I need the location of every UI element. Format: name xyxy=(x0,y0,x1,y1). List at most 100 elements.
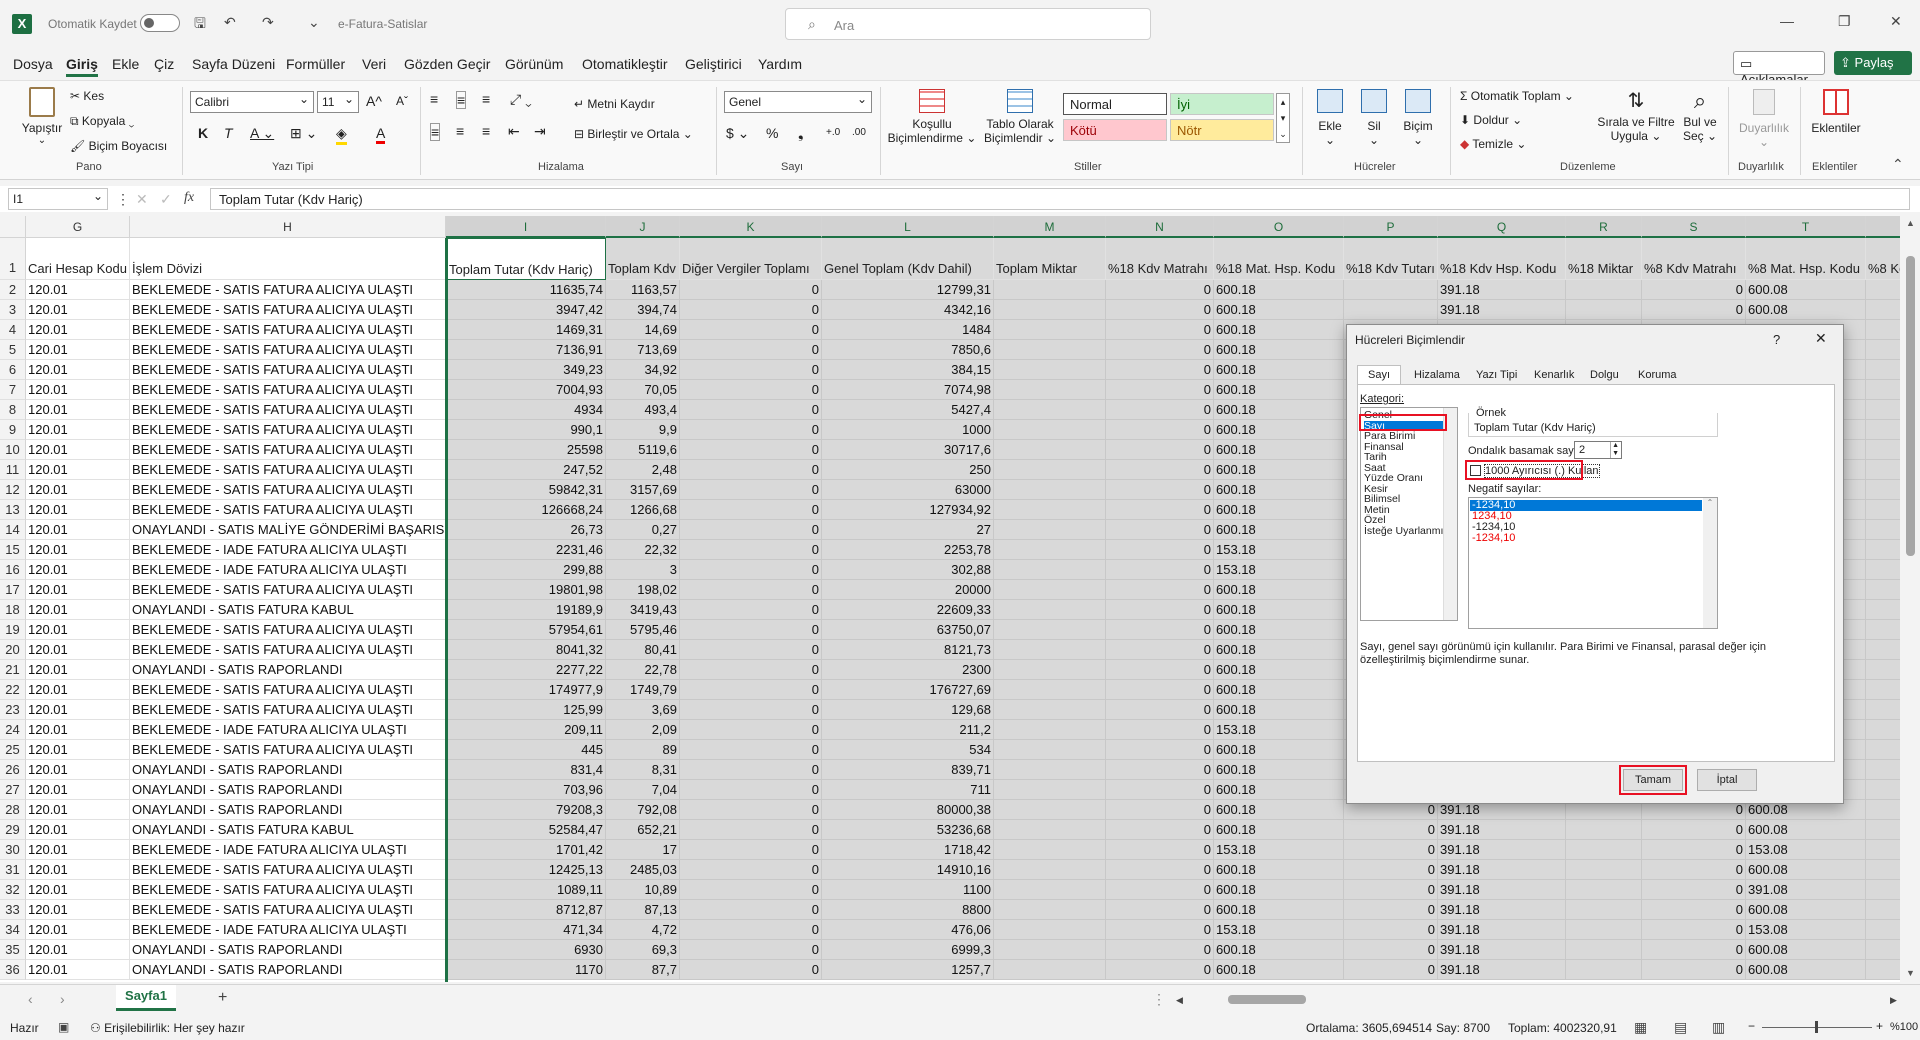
cell-j[interactable]: 10,89 xyxy=(606,880,680,900)
help-icon[interactable]: ? xyxy=(1773,332,1780,347)
cell-o[interactable]: 600.18 xyxy=(1214,640,1344,660)
styles-scroll[interactable]: ▴ ▾ ⌄ xyxy=(1276,93,1290,143)
cell-l[interactable]: 6999,3 xyxy=(822,940,994,960)
cell-m[interactable] xyxy=(994,820,1106,840)
cell-u[interactable] xyxy=(1866,300,1900,320)
cell-k[interactable]: 0 xyxy=(680,700,822,720)
cell-t[interactable]: 600.08 xyxy=(1746,860,1866,880)
tab-formuller[interactable]: Formüller xyxy=(286,56,345,72)
cell-u[interactable] xyxy=(1866,460,1900,480)
cell-g[interactable]: 120.01 xyxy=(26,300,130,320)
column-header-m[interactable]: M xyxy=(994,216,1106,238)
category-item[interactable]: Özel xyxy=(1364,515,1386,526)
cell-s[interactable]: 0 xyxy=(1642,840,1746,860)
column-header-q[interactable]: Q xyxy=(1438,216,1566,238)
cell-g[interactable]: 120.01 xyxy=(26,440,130,460)
column-header-r[interactable]: R xyxy=(1566,216,1642,238)
column-header-g[interactable]: G xyxy=(26,216,130,238)
cell-k[interactable]: 0 xyxy=(680,280,822,300)
comments-button[interactable]: ▭ Açıklamalar xyxy=(1733,51,1825,87)
column-header-o[interactable]: O xyxy=(1214,216,1344,238)
cell-n[interactable]: 0 xyxy=(1106,660,1214,680)
cell-i[interactable]: 1701,42 xyxy=(446,840,606,860)
cell-j[interactable]: 1163,57 xyxy=(606,280,680,300)
more-options-icon[interactable]: ⋮ xyxy=(116,192,130,206)
cell-n[interactable]: 0 xyxy=(1106,940,1214,960)
cell-u[interactable] xyxy=(1866,660,1900,680)
macro-record-icon[interactable]: ▣ xyxy=(58,1020,69,1034)
cell-i[interactable]: 831,4 xyxy=(446,760,606,780)
format-painter-button[interactable]: 🖌 Biçim Boyacısı xyxy=(70,139,167,153)
cell-g[interactable]: 120.01 xyxy=(26,600,130,620)
cell-k[interactable]: 0 xyxy=(680,380,822,400)
cell-l[interactable]: 1484 xyxy=(822,320,994,340)
row-header[interactable]: 24 xyxy=(0,720,26,740)
column-header-u[interactable]: U xyxy=(1866,216,1900,238)
cell-k[interactable]: 0 xyxy=(680,540,822,560)
cell-j[interactable]: 5119,6 xyxy=(606,440,680,460)
cell-l[interactable]: 839,71 xyxy=(822,760,994,780)
cell-o[interactable]: 600.18 xyxy=(1214,680,1344,700)
cell-p[interactable]: 0 xyxy=(1344,880,1438,900)
search-box[interactable]: ⌕ Ara xyxy=(785,8,1151,40)
cell-k[interactable]: 0 xyxy=(680,300,822,320)
cell-h[interactable]: BEKLEMEDE - SATIS FATURA ALICIYA ULAŞTI xyxy=(130,580,446,600)
column-header-n[interactable]: N xyxy=(1106,216,1214,238)
row-header[interactable]: 21 xyxy=(0,660,26,680)
cell-i[interactable]: 6930 xyxy=(446,940,606,960)
row-header[interactable]: 30 xyxy=(0,840,26,860)
autosum-button[interactable]: Σ Otomatik Toplam ⌄ xyxy=(1460,89,1574,103)
orientation-icon[interactable]: ⤢ ⌄ xyxy=(510,91,532,108)
collapse-ribbon-icon[interactable]: ⌃ xyxy=(1892,157,1904,171)
cell-m[interactable] xyxy=(994,320,1106,340)
row-header[interactable]: 18 xyxy=(0,600,26,620)
cell-k[interactable]: 0 xyxy=(680,420,822,440)
row-header[interactable]: 36 xyxy=(0,960,26,980)
cell-u[interactable] xyxy=(1866,520,1900,540)
cell-u[interactable] xyxy=(1866,380,1900,400)
cell-u[interactable] xyxy=(1866,500,1900,520)
cell-i[interactable]: 7004,93 xyxy=(446,380,606,400)
column-header-i[interactable]: I xyxy=(446,216,606,238)
cell-u[interactable] xyxy=(1866,760,1900,780)
category-list[interactable]: Genel Sayı Para Birimi Finansal Tarih Saat Yüz… xyxy=(1360,407,1458,621)
align-left-icon[interactable]: ≡ xyxy=(430,123,441,141)
hscroll-left-icon[interactable]: ◀ xyxy=(1176,993,1183,1007)
cell-q[interactable]: 391.18 xyxy=(1438,280,1566,300)
cell-n[interactable]: 0 xyxy=(1106,800,1214,820)
hscroll-right-icon[interactable]: ▶ xyxy=(1890,993,1897,1007)
cell-m[interactable] xyxy=(994,720,1106,740)
cell-g[interactable]: 120.01 xyxy=(26,420,130,440)
cell-o[interactable]: 600.18 xyxy=(1214,900,1344,920)
cell-k[interactable]: 0 xyxy=(680,620,822,640)
style-neutral[interactable]: Nötr xyxy=(1170,119,1274,141)
cell-m[interactable] xyxy=(994,740,1106,760)
cell-h[interactable]: BEKLEMEDE - SATIS FATURA ALICIYA ULAŞTI xyxy=(130,640,446,660)
cell-u[interactable] xyxy=(1866,400,1900,420)
row-header[interactable]: 32 xyxy=(0,880,26,900)
cell-m[interactable] xyxy=(994,540,1106,560)
cell-i[interactable]: 7136,91 xyxy=(446,340,606,360)
redo-icon[interactable]: ↷ xyxy=(262,15,274,29)
row-header[interactable]: 2 xyxy=(0,280,26,300)
cell-n[interactable]: 0 xyxy=(1106,480,1214,500)
cell-o[interactable]: 600.18 xyxy=(1214,600,1344,620)
cell-r[interactable] xyxy=(1566,300,1642,320)
sensitivity-button[interactable]: Duyarlılık ⌄ xyxy=(1736,89,1792,149)
cell-h[interactable]: ONAYLANDI - SATIS RAPORLANDI xyxy=(130,660,446,680)
cell-h[interactable]: BEKLEMEDE - SATIS FATURA ALICIYA ULAŞTI xyxy=(130,420,446,440)
cell-i[interactable]: 12425,13 xyxy=(446,860,606,880)
cell-i[interactable]: 471,34 xyxy=(446,920,606,940)
cell-j[interactable]: 2,09 xyxy=(606,720,680,740)
cell-u[interactable] xyxy=(1866,700,1900,720)
cell-l[interactable]: 63000 xyxy=(822,480,994,500)
cell-t[interactable]: 600.08 xyxy=(1746,280,1866,300)
cell-i[interactable]: 209,11 xyxy=(446,720,606,740)
cell-k[interactable]: 0 xyxy=(680,320,822,340)
row-header[interactable]: 27 xyxy=(0,780,26,800)
cell-i[interactable]: 703,96 xyxy=(446,780,606,800)
cell-g[interactable]: 120.01 xyxy=(26,660,130,680)
cell-l[interactable]: 22609,33 xyxy=(822,600,994,620)
cell-j[interactable]: 70,05 xyxy=(606,380,680,400)
tab-split-handle-icon[interactable]: ⋮ xyxy=(1152,992,1166,1006)
